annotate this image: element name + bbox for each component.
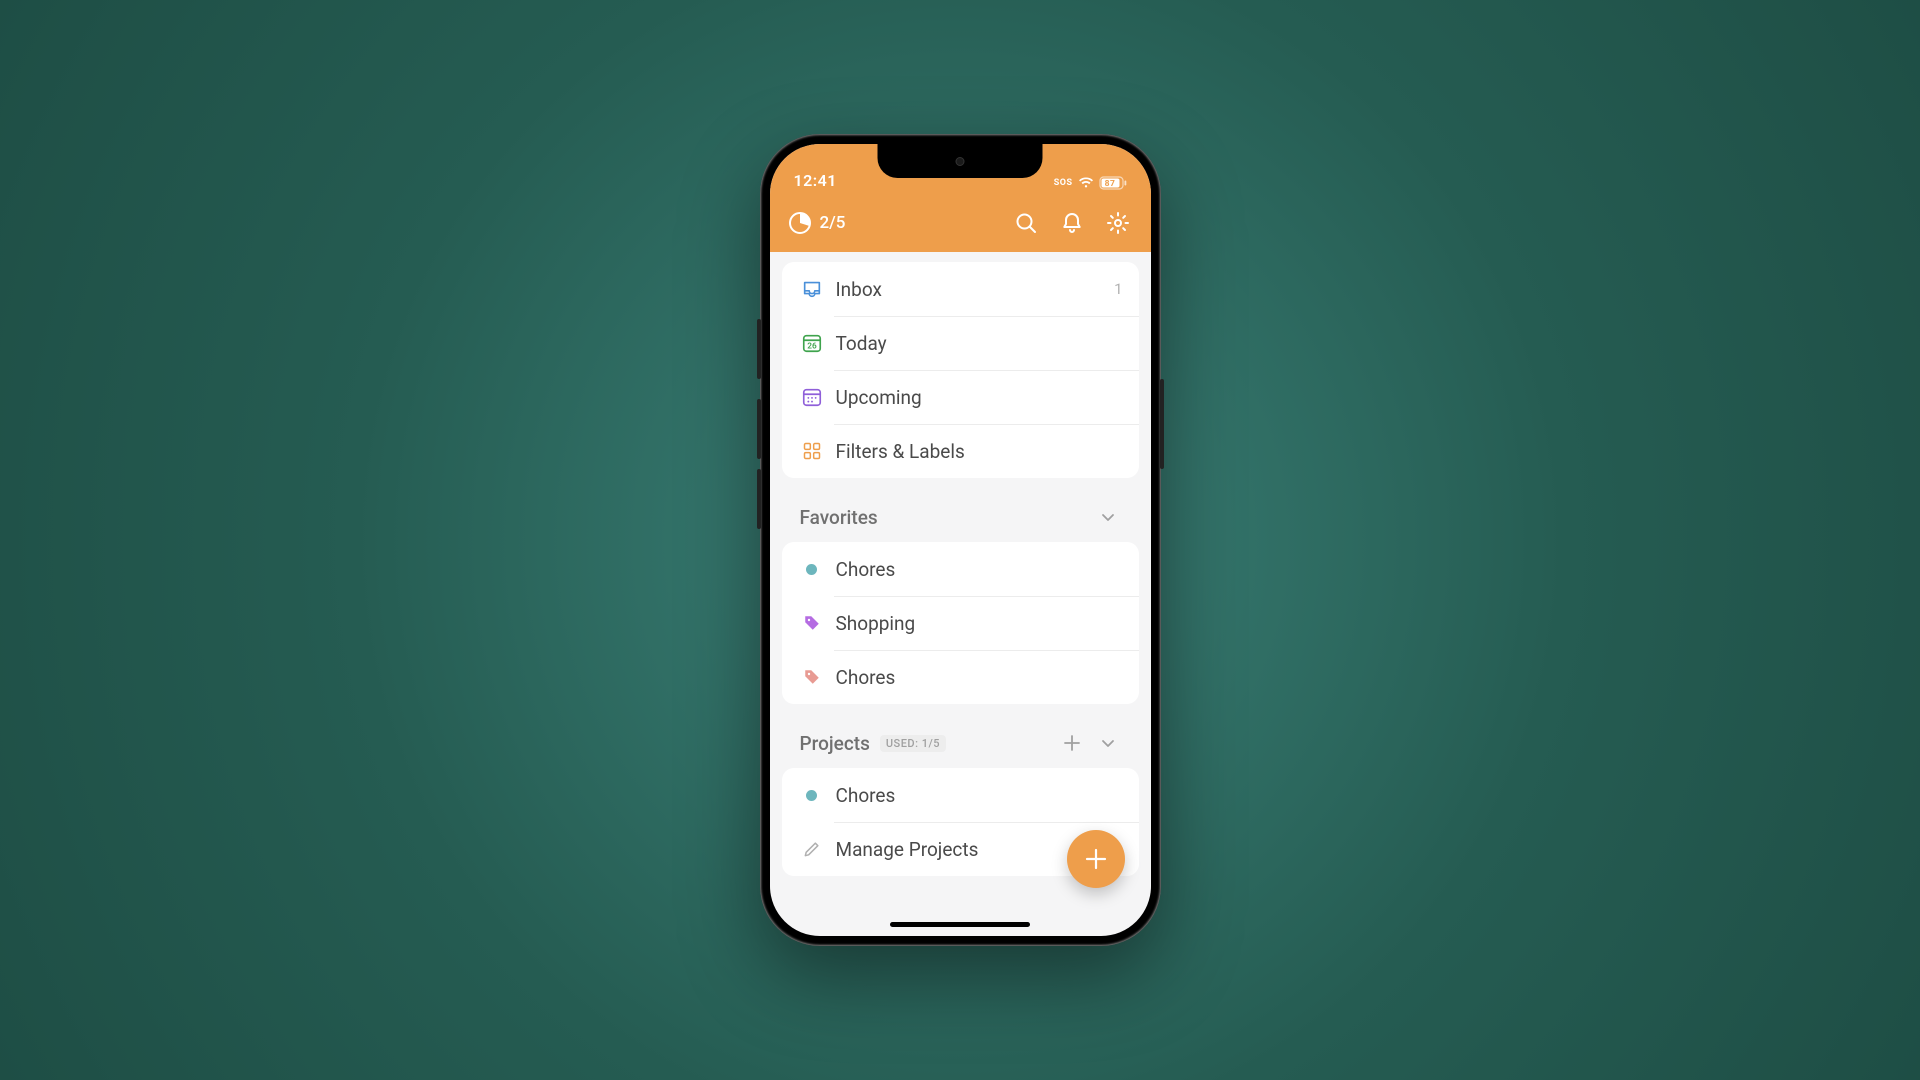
calendar-today-icon: 26 [801, 332, 823, 354]
productivity-button[interactable]: 2/5 [788, 211, 995, 235]
bell-icon [1060, 211, 1084, 235]
plus-icon [1063, 734, 1081, 752]
status-time: 12:41 [794, 171, 837, 190]
nav-inbox[interactable]: Inbox 1 [782, 262, 1139, 316]
add-task-fab[interactable] [1067, 830, 1125, 888]
projects-header[interactable]: Projects USED: 1/5 [782, 704, 1139, 768]
inbox-icon [801, 278, 823, 300]
search-icon [1014, 211, 1038, 235]
gear-icon [1106, 211, 1130, 235]
nav-filters-labels[interactable]: Filters & Labels [782, 424, 1139, 478]
favorite-item[interactable]: Chores [782, 542, 1139, 596]
search-button[interactable] [1011, 208, 1041, 238]
app-bar: 2/5 [770, 194, 1151, 252]
favorites-card: Chores Shopping Chores [782, 542, 1139, 704]
pencil-icon [802, 839, 822, 859]
nav-filters-labels-label: Filters & Labels [836, 440, 1123, 463]
chevron-down-icon [1100, 735, 1116, 751]
nav-inbox-count: 1 [1114, 280, 1122, 298]
progress-pie-icon [788, 211, 812, 235]
notch [878, 144, 1043, 178]
nav-today[interactable]: 26 Today [782, 316, 1139, 370]
favorites-collapse[interactable] [1095, 504, 1121, 530]
svg-text:87: 87 [1104, 179, 1115, 189]
favorite-item[interactable]: Shopping [782, 596, 1139, 650]
favorite-item[interactable]: Chores [782, 650, 1139, 704]
projects-collapse[interactable] [1095, 730, 1121, 756]
project-item[interactable]: Chores [782, 768, 1139, 822]
calendar-upcoming-icon [801, 386, 823, 408]
battery-icon: 87 [1099, 176, 1127, 190]
content: Inbox 1 26 Today Upcoming Filters & Labe… [770, 252, 1151, 876]
tag-icon [803, 668, 821, 686]
phone-frame: 12:41 SOS 87 2/5 [760, 134, 1161, 946]
project-dot-icon [806, 790, 817, 801]
notifications-button[interactable] [1057, 208, 1087, 238]
main-nav-card: Inbox 1 26 Today Upcoming Filters & Labe… [782, 262, 1139, 478]
plus-icon [1083, 846, 1109, 872]
favorites-title: Favorites [800, 506, 878, 529]
favorite-label: Shopping [836, 612, 1123, 635]
project-label: Chores [836, 784, 1123, 807]
chevron-down-icon [1100, 509, 1116, 525]
project-dot-icon [806, 564, 817, 575]
svg-text:26: 26 [807, 342, 817, 352]
favorite-label: Chores [836, 666, 1123, 689]
add-project-button[interactable] [1059, 730, 1085, 756]
home-indicator[interactable] [890, 922, 1030, 927]
grid-icon [802, 441, 822, 461]
progress-text: 2/5 [820, 213, 846, 233]
screen: 12:41 SOS 87 2/5 [770, 144, 1151, 936]
nav-today-label: Today [836, 332, 1123, 355]
tag-icon [803, 614, 821, 632]
nav-inbox-label: Inbox [836, 278, 1115, 301]
status-sos: SOS [1054, 178, 1073, 188]
projects-usage-badge: USED: 1/5 [880, 735, 946, 752]
nav-upcoming-label: Upcoming [836, 386, 1123, 409]
settings-button[interactable] [1103, 208, 1133, 238]
projects-title: Projects [800, 732, 870, 755]
favorite-label: Chores [836, 558, 1123, 581]
favorites-header[interactable]: Favorites [782, 478, 1139, 542]
wifi-icon [1078, 177, 1094, 189]
nav-upcoming[interactable]: Upcoming [782, 370, 1139, 424]
